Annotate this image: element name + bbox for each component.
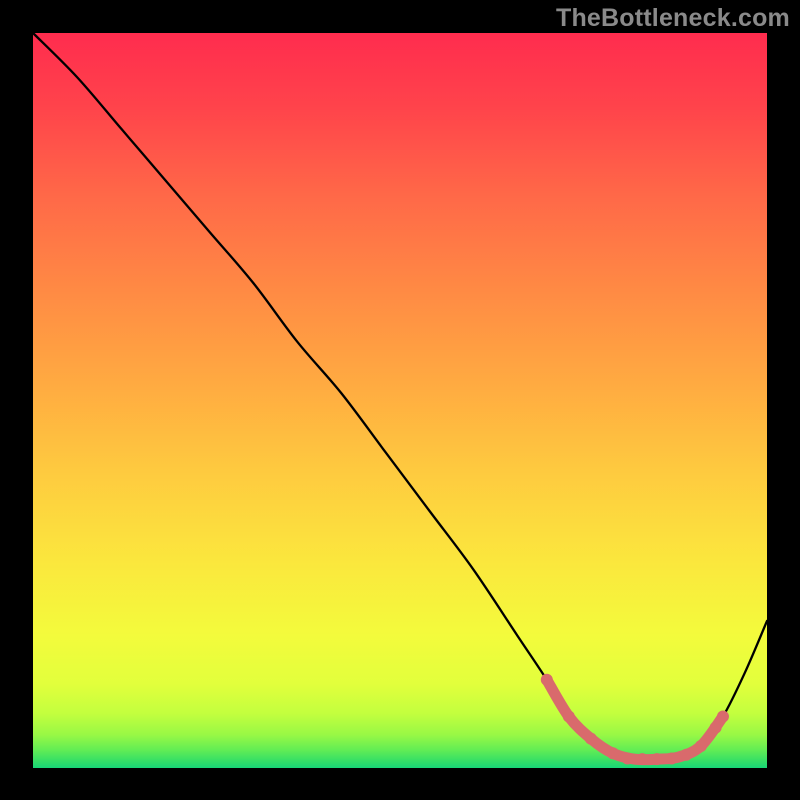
- chart-container: TheBottleneck.com: [0, 0, 800, 800]
- watermark-text: TheBottleneck.com: [556, 4, 790, 33]
- plot-background: [33, 33, 767, 768]
- optimal-dot: [563, 711, 575, 723]
- optimal-dot: [710, 722, 722, 734]
- optimal-dot: [680, 749, 692, 761]
- optimal-dot: [666, 752, 678, 764]
- optimal-dot: [651, 753, 663, 765]
- optimal-dot: [607, 747, 619, 759]
- optimal-dot: [695, 740, 707, 752]
- optimal-dot: [622, 752, 634, 764]
- optimal-dot: [541, 674, 553, 686]
- optimal-dot: [717, 711, 729, 723]
- optimal-dot: [636, 753, 648, 765]
- optimal-dot: [585, 733, 597, 745]
- bottleneck-curve-chart: [0, 0, 800, 800]
